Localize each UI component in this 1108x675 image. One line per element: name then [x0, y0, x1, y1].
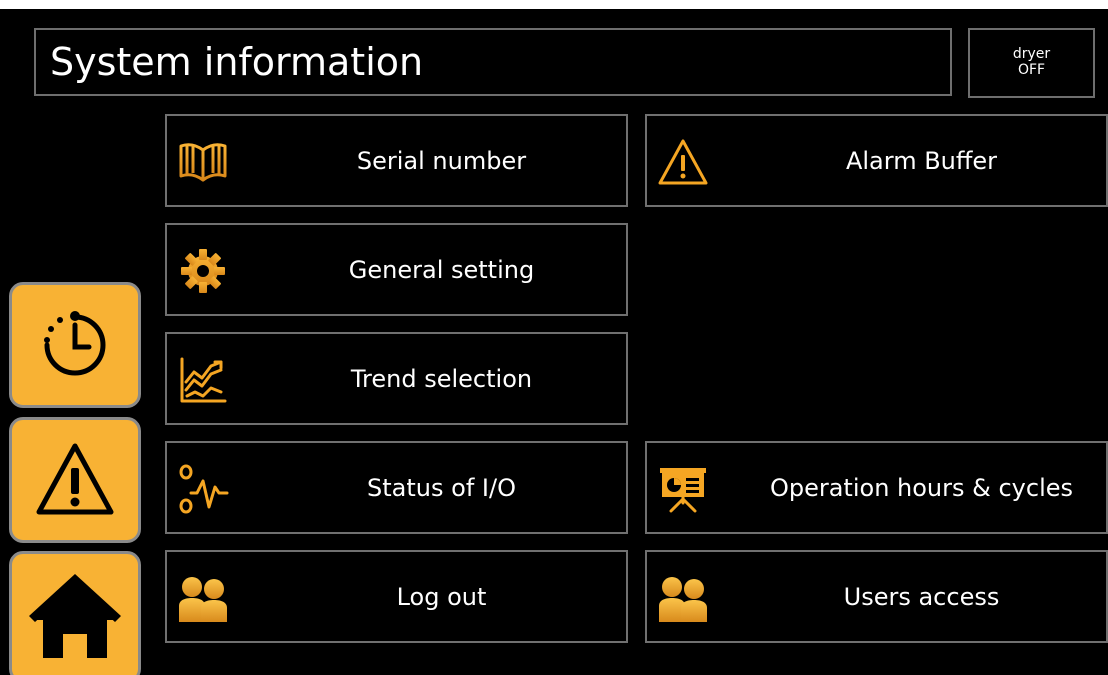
- alarm-warning-icon: [36, 443, 114, 515]
- users-icon: [657, 572, 709, 624]
- users-access-button[interactable]: Users access: [645, 550, 1108, 643]
- io-signal-icon: [177, 463, 229, 515]
- trend-chart-icon: [177, 354, 229, 406]
- trend-selection-button[interactable]: Trend selection: [165, 332, 628, 425]
- operation-hours-button[interactable]: Operation hours & cycles: [645, 441, 1108, 534]
- log-out-label: Log out: [396, 582, 487, 611]
- page-title: System information: [34, 28, 952, 96]
- users-icon: [177, 572, 229, 624]
- status-io-label: Status of I/O: [367, 473, 516, 502]
- general-setting-button[interactable]: General setting: [165, 223, 628, 316]
- dryer-state: OFF: [1017, 62, 1046, 78]
- alarm-buffer-button[interactable]: Alarm Buffer: [645, 114, 1108, 207]
- log-out-button[interactable]: Log out: [165, 550, 628, 643]
- status-io-button[interactable]: Status of I/O: [165, 441, 628, 534]
- gear-icon: [177, 245, 229, 297]
- general-setting-label: General setting: [348, 255, 535, 284]
- users-access-label: Users access: [843, 582, 1000, 611]
- trend-selection-label: Trend selection: [350, 364, 533, 393]
- sidebar-home-button[interactable]: [9, 551, 141, 675]
- hmi-screen: System information dryer OFF Serial numb…: [0, 9, 1108, 675]
- presentation-board-icon: [657, 463, 709, 515]
- warning-icon: [657, 136, 709, 188]
- home-icon: [29, 574, 121, 658]
- serial-number-button[interactable]: Serial number: [165, 114, 628, 207]
- operation-hours-label: Operation hours & cycles: [769, 473, 1074, 502]
- serial-number-label: Serial number: [356, 146, 527, 175]
- timer-icon: [44, 311, 106, 376]
- sidebar-alarm-button[interactable]: [9, 417, 141, 543]
- book-icon: [177, 136, 229, 188]
- dryer-status-badge: dryer OFF: [968, 28, 1095, 98]
- sidebar-timer-button[interactable]: [9, 282, 141, 408]
- dryer-label: dryer: [1012, 46, 1051, 62]
- alarm-buffer-label: Alarm Buffer: [845, 146, 998, 175]
